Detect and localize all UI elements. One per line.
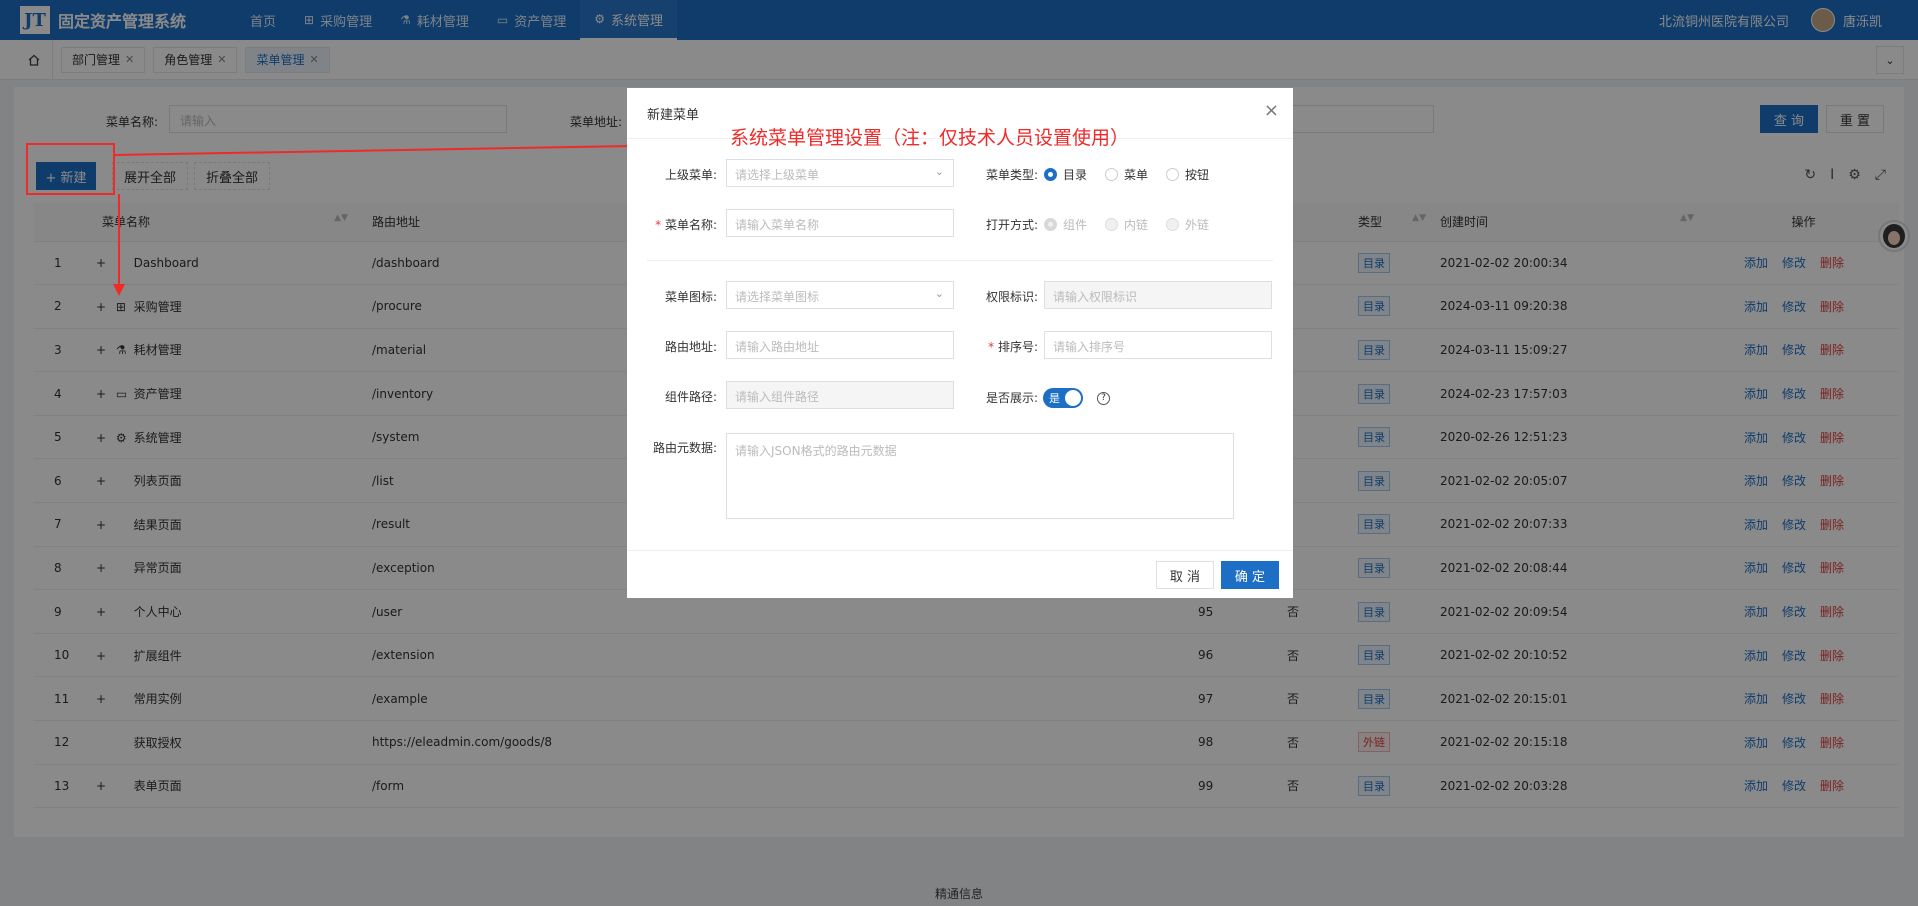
- close-icon[interactable]: ×: [1264, 100, 1279, 121]
- route-meta-textarea[interactable]: 请输入JSON格式的路由元数据: [726, 433, 1234, 519]
- cancel-button[interactable]: 取 消: [1156, 561, 1214, 589]
- menu-name-input[interactable]: 请输入菜单名称: [726, 209, 954, 237]
- confirm-button[interactable]: 确 定: [1221, 561, 1279, 589]
- help-icon[interactable]: ?: [1097, 392, 1110, 405]
- permission-input[interactable]: 请输入权限标识: [1044, 281, 1272, 309]
- sort-number-input[interactable]: 请输入排序号: [1044, 331, 1272, 359]
- menu-icon-select[interactable]: 请选择菜单图标 ⌄: [726, 281, 954, 309]
- divider: [647, 260, 1273, 261]
- show-toggle[interactable]: 是: [1043, 388, 1083, 408]
- route-meta-label: 路由元数据:: [652, 441, 717, 455]
- radio-open-component[interactable]: 组件: [1044, 216, 1087, 233]
- annotation-arrow-line: [113, 145, 633, 156]
- show-label: 是否展示:: [985, 391, 1038, 405]
- menu-icon-label: 菜单图标:: [664, 290, 717, 304]
- new-menu-dialog: 新建菜单 × 上级菜单: 请选择上级菜单 ⌄ 菜单类型: 目录 菜单 按钮 * 菜…: [627, 88, 1293, 598]
- permission-label: 权限标识:: [985, 290, 1038, 304]
- annotation-box: [26, 143, 115, 195]
- route-path-input[interactable]: 请输入路由地址: [726, 331, 954, 359]
- annotation-arrow-head: [113, 284, 125, 296]
- parent-menu-label: 上级菜单:: [664, 168, 717, 182]
- chevron-down-icon: ⌄: [934, 165, 944, 178]
- menu-type-label: 菜单类型:: [985, 168, 1038, 182]
- annotation-text: 系统菜单管理设置（注：仅技术人员设置使用）: [730, 127, 1130, 149]
- component-path-input[interactable]: 请输入组件路径: [726, 381, 954, 409]
- dialog-title: 新建菜单: [647, 108, 700, 123]
- radio-type-menu[interactable]: 菜单: [1105, 166, 1148, 183]
- chevron-down-icon: ⌄: [934, 287, 944, 300]
- route-path-label: 路由地址:: [664, 340, 717, 354]
- component-path-label: 组件路径:: [664, 390, 717, 404]
- radio-open-inner[interactable]: 内链: [1105, 216, 1148, 233]
- radio-open-external[interactable]: 外链: [1166, 216, 1209, 233]
- radio-type-directory[interactable]: 目录: [1044, 166, 1087, 183]
- divider: [627, 550, 1293, 551]
- sort-number-label: * 排序号:: [988, 340, 1038, 354]
- radio-type-button[interactable]: 按钮: [1166, 166, 1209, 183]
- menu-name-label: * 菜单名称:: [655, 218, 717, 232]
- open-mode-label: 打开方式:: [985, 218, 1038, 232]
- parent-menu-select[interactable]: 请选择上级菜单 ⌄: [726, 159, 954, 187]
